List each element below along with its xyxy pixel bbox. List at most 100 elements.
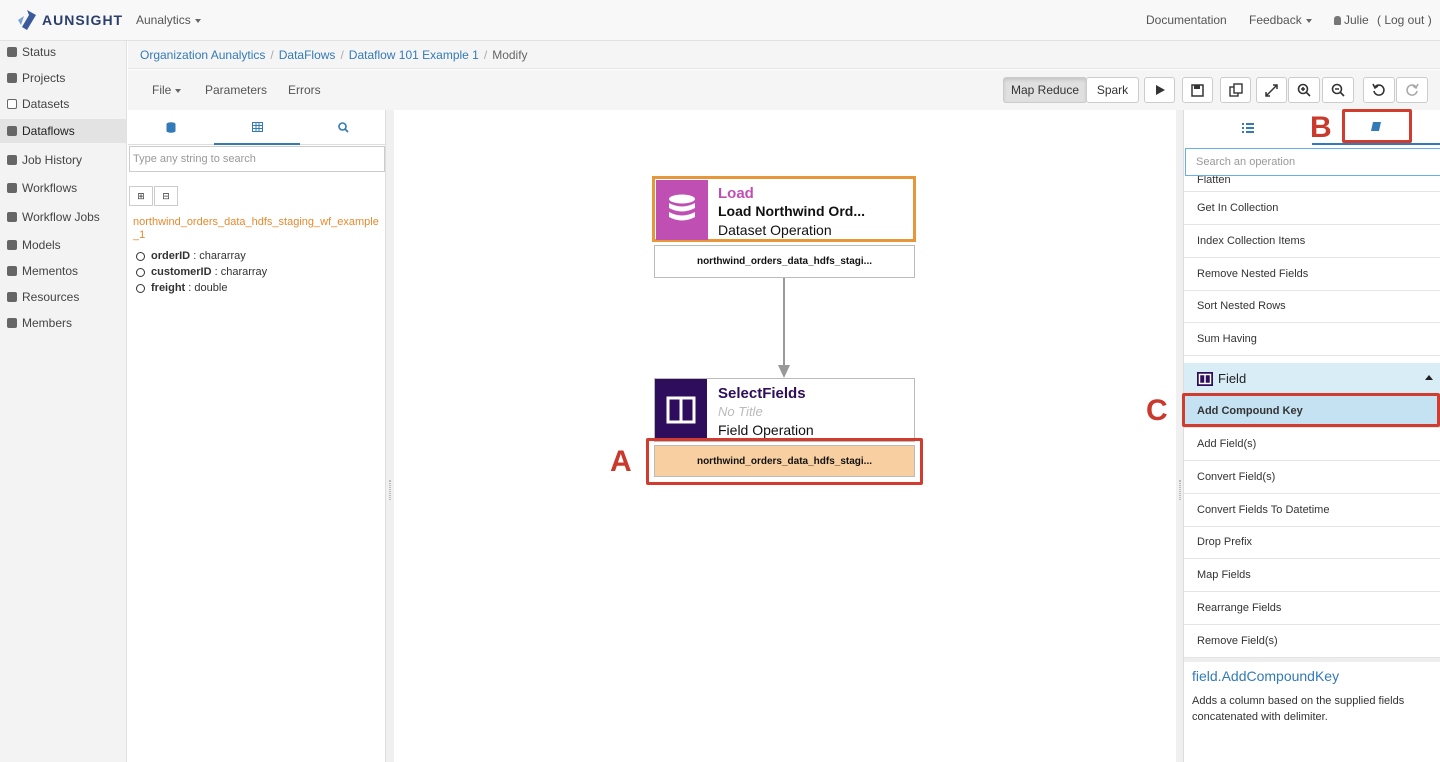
list-item[interactable]: Flatten [1184, 176, 1440, 192]
columns-icon [1197, 371, 1213, 386]
documentation-link[interactable]: Documentation [1146, 13, 1227, 27]
list-item[interactable]: Rearrange Fields [1184, 592, 1440, 625]
sidebar-item-label: Workflow Jobs [22, 210, 100, 224]
user-icon [1334, 16, 1341, 25]
list-item[interactable]: Add Field(s) [1184, 428, 1440, 461]
load-node-icon [656, 180, 708, 240]
zoom-out-icon [1331, 83, 1345, 97]
breadcrumb-organization[interactable]: Organization Aunalytics [140, 48, 265, 62]
schema-field[interactable]: orderID : chararray [136, 250, 246, 262]
sidebar-item-dataflows[interactable]: Dataflows [0, 119, 127, 143]
sidebar-item-models[interactable]: Models [0, 233, 127, 257]
list-item[interactable]: Convert Field(s) [1184, 461, 1440, 494]
select-fields-node[interactable]: SelectFields No Title Field Operation [654, 378, 915, 442]
sidebar-item-datasets[interactable]: Datasets [0, 92, 127, 116]
field-type: : chararray [193, 250, 246, 262]
sidebar-item-mementos[interactable]: Mementos [0, 259, 127, 283]
sidebar: Status Projects Datasets Dataflows Job H… [0, 41, 127, 762]
expand-icon [1265, 83, 1278, 97]
operation-search-input[interactable]: Search an operation [1185, 148, 1440, 176]
breadcrumb-current: Modify [492, 47, 528, 62]
schema-panel-tabs [128, 110, 386, 145]
sitemap-icon [7, 155, 17, 165]
operation-group-field[interactable]: Field [1184, 363, 1440, 394]
list-item[interactable]: Convert Fields To Datetime [1184, 494, 1440, 527]
tab-schema[interactable] [214, 110, 300, 145]
sidebar-item-label: Mementos [22, 264, 79, 278]
sidebar-item-label: Resources [22, 290, 80, 304]
list-item[interactable]: Sort Nested Rows [1184, 290, 1440, 323]
annotation-box-a [646, 438, 923, 485]
list-item[interactable]: Remove Field(s) [1184, 625, 1440, 658]
sidebar-item-label: Job History [22, 153, 83, 167]
sidebar-item-label: Projects [22, 71, 66, 85]
save-button[interactable] [1182, 77, 1213, 103]
operations-panel: Search an operation Flatten Get In Colle… [1183, 110, 1440, 762]
breadcrumb-dataflow[interactable]: Dataflow 101 Example 1 [349, 48, 479, 62]
connector-arrow [778, 278, 790, 378]
load-node-output[interactable]: northwind_orders_data_hdfs_stagi... [654, 245, 915, 278]
operation-doc-text: Adds a column based on the supplied fiel… [1192, 695, 1405, 723]
schema-field[interactable]: customerID : chararray [136, 266, 267, 278]
sidebar-item-members[interactable]: Members [0, 311, 127, 335]
spark-button[interactable]: Spark [1086, 77, 1139, 103]
zoom-out-button[interactable] [1322, 77, 1354, 103]
dataflow-canvas[interactable]: Load Load Northwind Ord... Dataset Opera… [394, 110, 1176, 762]
select-fields-node-icon [655, 379, 707, 441]
file-icon [7, 99, 17, 109]
undo-button[interactable] [1363, 77, 1395, 103]
zoom-in-button[interactable] [1288, 77, 1320, 103]
logout-link[interactable]: ( Log out ) [1377, 13, 1432, 27]
expand-all-button[interactable]: ⊞ [129, 186, 153, 206]
tab-search[interactable] [300, 110, 386, 145]
file-menu[interactable]: File [152, 83, 182, 97]
sidebar-item-workflows[interactable]: Workflows [0, 176, 127, 200]
node-type: Field Operation [718, 422, 814, 438]
grip-icon [1179, 480, 1181, 500]
chevron-down-icon [194, 18, 201, 23]
map-reduce-button[interactable]: Map Reduce [1003, 77, 1087, 103]
sidebar-item-label: Datasets [22, 97, 70, 111]
sidebar-item-workflow-jobs[interactable]: Workflow Jobs [0, 205, 127, 229]
brand-logo[interactable]: AUNSIGHT [18, 10, 123, 30]
chevron-down-icon [1305, 18, 1312, 23]
list-item[interactable]: Sum Having [1184, 323, 1440, 356]
load-node[interactable]: Load Load Northwind Ord... Dataset Opera… [652, 176, 916, 242]
sidebar-item-job-history[interactable]: Job History [0, 148, 127, 172]
sidebar-item-status[interactable]: Status [0, 40, 127, 64]
note-icon [7, 266, 17, 276]
parameters-tab[interactable]: Parameters [205, 83, 267, 97]
list-item[interactable]: Get In Collection [1184, 192, 1440, 225]
sidebar-item-resources[interactable]: Resources [0, 285, 127, 309]
users-icon [7, 318, 17, 328]
fit-screen-button[interactable] [1256, 77, 1287, 103]
breadcrumb-separator: / [340, 47, 344, 62]
breadcrumb-dataflows[interactable]: DataFlows [279, 48, 336, 62]
collapse-all-button[interactable]: ⊟ [154, 186, 178, 206]
sidebar-item-projects[interactable]: Projects [0, 66, 127, 90]
arrow-icon [7, 240, 17, 250]
list-item[interactable]: Index Collection Items [1184, 225, 1440, 258]
list-item[interactable]: Drop Prefix [1184, 526, 1440, 559]
run-button[interactable] [1144, 77, 1175, 103]
feedback-menu[interactable]: Feedback [1249, 13, 1312, 27]
left-resize-handle[interactable] [386, 110, 394, 762]
redo-button[interactable] [1396, 77, 1428, 103]
tab-datasets[interactable] [128, 110, 214, 145]
dashboard-icon [7, 47, 17, 57]
workflow-icon [7, 183, 17, 193]
annotation-label-b: B [1310, 111, 1332, 144]
list-item[interactable]: Map Fields [1184, 559, 1440, 592]
dataset-name[interactable]: northwind_orders_data_hdfs_staging_wf_ex… [133, 216, 383, 242]
copy-button[interactable] [1220, 77, 1251, 103]
list-item[interactable]: Remove Nested Fields [1184, 258, 1440, 291]
sidebar-item-label: Workflows [22, 181, 78, 195]
errors-tab[interactable]: Errors [288, 83, 321, 97]
user-menu[interactable]: Julie [1334, 13, 1369, 27]
tab-operation-list[interactable] [1184, 110, 1312, 145]
schema-search-input[interactable]: Type any string to search [129, 146, 385, 172]
table-icon [251, 121, 263, 132]
sidebar-item-label: Dataflows [22, 124, 75, 138]
org-menu[interactable]: Aunalytics [136, 13, 201, 27]
schema-field[interactable]: freight : double [136, 282, 227, 294]
